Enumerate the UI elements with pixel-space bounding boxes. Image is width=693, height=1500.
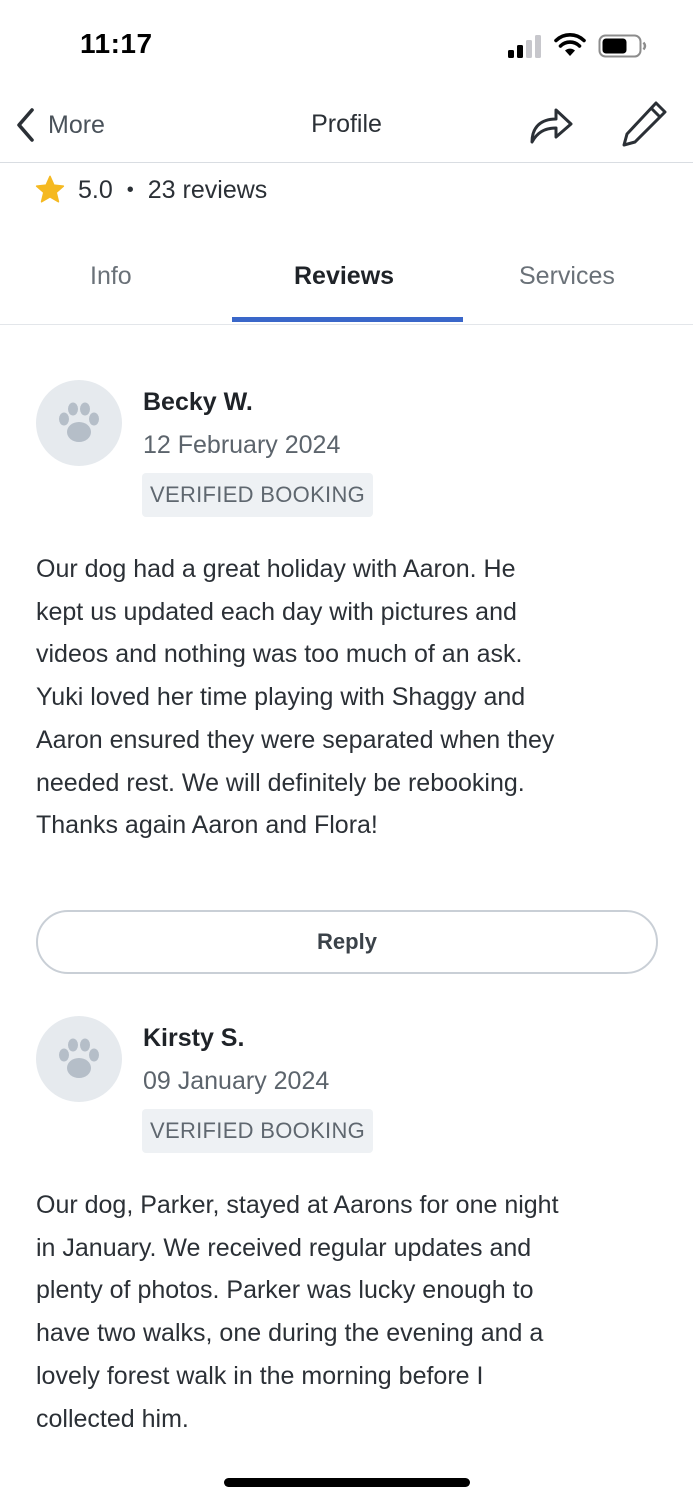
review-text: Our dog had a great holiday with Aaron. … [36, 548, 666, 847]
review-line: in January. We received regular updates … [36, 1233, 532, 1262]
edit-icon[interactable] [618, 98, 670, 148]
paw-icon [59, 1038, 99, 1078]
review-date: 12 February 2024 [143, 431, 341, 459]
review-line: Aaron ensured they were separated when t… [36, 725, 555, 754]
review-count: 23 reviews [147, 175, 268, 204]
active-tab-indicator [232, 317, 463, 322]
profile-tabs: Info Reviews Services [0, 240, 693, 325]
review-line: Thanks again Aaron and Flora! [36, 811, 378, 840]
status-time: 11:17 [80, 28, 153, 59]
share-icon[interactable] [526, 100, 576, 146]
rating-summary: 5.0 • 23 reviews [34, 170, 267, 210]
tab-reviews[interactable]: Reviews [294, 262, 394, 291]
review-line: needed rest. We will definitely be reboo… [36, 768, 525, 797]
avatar [36, 1016, 122, 1102]
review-line: have two walks, one during the evening a… [36, 1319, 544, 1348]
wifi-icon [554, 33, 586, 56]
review-line: videos and nothing was too much of an as… [36, 640, 523, 669]
star-icon [35, 175, 65, 203]
rating-separator: • [126, 178, 134, 201]
tab-services[interactable]: Services [519, 262, 615, 291]
review-line: Our dog had a great holiday with Aaron. … [36, 555, 516, 583]
tab-info[interactable]: Info [90, 262, 132, 291]
avatar [36, 380, 122, 466]
verified-booking-badge: VERIFIED BOOKING [142, 473, 374, 517]
home-indicator[interactable] [224, 1478, 470, 1487]
reviewer-name: Kirsty S. [143, 1024, 245, 1052]
review-line: plenty of photos. Parker was lucky enoug… [36, 1276, 534, 1305]
reviewer-name: Becky W. [143, 388, 253, 416]
review-line: Yuki loved her time playing with Shaggy … [36, 683, 526, 712]
rating-score: 5.0 [78, 175, 113, 204]
review-text: Our dog, Parker, stayed at Aarons for on… [36, 1184, 666, 1440]
reply-button[interactable]: Reply [36, 910, 658, 974]
review-date: 09 January 2024 [143, 1067, 330, 1095]
review-line: Our dog, Parker, stayed at Aarons for on… [36, 1191, 559, 1219]
review-line: collected him. [36, 1404, 189, 1433]
review-line: kept us updated each day with pictures a… [36, 597, 517, 626]
review-line: lovely forest walk in the morning before… [36, 1361, 484, 1390]
navigation-bar: More Profile [0, 92, 693, 163]
page-title: Profile [311, 110, 382, 138]
battery-icon [598, 34, 647, 58]
verified-booking-badge: VERIFIED BOOKING [142, 1109, 374, 1153]
signal-icon [508, 35, 541, 58]
status-bar: 11:17 [0, 0, 693, 90]
paw-icon [59, 402, 99, 442]
